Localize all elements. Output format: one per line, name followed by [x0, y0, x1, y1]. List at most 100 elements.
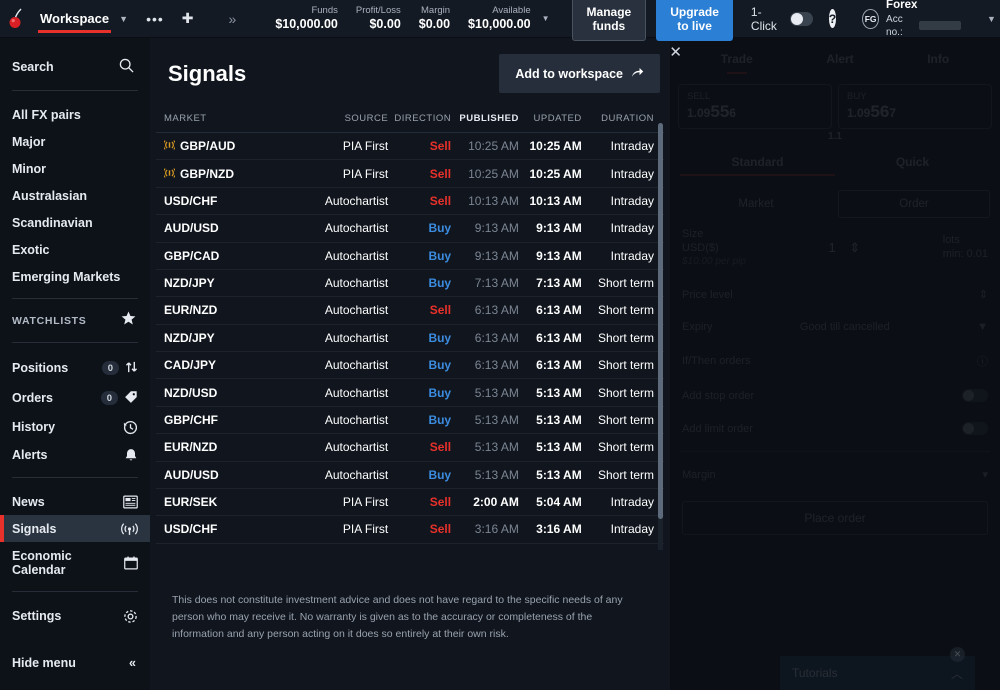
buy-quote-button[interactable]: BUY 1.09567	[838, 84, 992, 129]
cell-updated: 5:13 AM	[518, 433, 582, 462]
sidebar-item-australasian[interactable]: Australasian	[0, 182, 150, 209]
column-header-direction[interactable]: DIRECTION	[388, 107, 452, 133]
workspace-tab[interactable]: Workspace	[38, 1, 112, 37]
cell-duration: Intraday	[581, 187, 664, 216]
sell-quote-button[interactable]: SELL 1.09556	[678, 84, 832, 129]
metric-profit-loss: Profit/Loss $0.00	[347, 5, 410, 33]
search-icon[interactable]	[119, 58, 134, 76]
divider	[680, 451, 990, 452]
transfer-arrows-icon	[125, 360, 138, 377]
mode-standard[interactable]: Standard	[680, 148, 835, 176]
cell-direction: Buy	[388, 269, 452, 298]
sidebar-item-major[interactable]: Major	[0, 128, 150, 155]
tutorials-close-icon[interactable]: ✕	[950, 647, 965, 662]
metrics-chevron-down-icon[interactable]: ▼	[542, 14, 550, 23]
expiry-chevron-down-icon[interactable]: ▼	[977, 321, 988, 333]
mode-quick[interactable]: Quick	[835, 148, 990, 176]
sidebar-item-news[interactable]: News	[0, 488, 150, 515]
ellipsis-icon[interactable]: •••	[146, 11, 164, 27]
price-level-stepper[interactable]: ⇕	[979, 288, 988, 301]
watchlists-section-header[interactable]: WATCHLISTS	[0, 299, 150, 342]
signals-modal: ✕ Signals Add to workspace MARKET SOURCE…	[150, 38, 682, 690]
account-chevron-down-icon[interactable]: ▼	[987, 14, 996, 24]
column-header-source[interactable]: SOURCE	[286, 107, 389, 133]
sidebar-item-scandinavian[interactable]: Scandinavian	[0, 209, 150, 236]
order-type-market[interactable]: Market	[680, 190, 832, 218]
table-row[interactable]: EUR/SEK PIA First Sell 2:00 AM 5:04 AM Intrad…	[156, 488, 664, 517]
margin-chevron-icon[interactable]: ▾	[982, 468, 988, 481]
table-row[interactable]: GBP/CAD Autochartist Buy 9:13 AM 9:13 AM Intr…	[156, 242, 664, 270]
sidebar-item-positions[interactable]: Positions 0	[0, 353, 150, 383]
account-switcher[interactable]: FG Forex Acc no.: ▼	[862, 0, 996, 39]
close-icon[interactable]: ✕	[665, 41, 686, 64]
sidebar-item-orders[interactable]: Orders 0	[0, 383, 150, 413]
info-icon[interactable]: ⓘ	[977, 353, 988, 369]
table-row[interactable]: USD/CHF Autochartist Sell 10:13 AM 10:13 AM I…	[156, 187, 664, 216]
order-type-order[interactable]: Order	[838, 190, 990, 218]
table-scrollbar[interactable]	[658, 123, 663, 607]
cell-source: PIA First	[286, 515, 389, 544]
add-to-workspace-button[interactable]: Add to workspace	[499, 54, 660, 93]
sidebar-item-label: History	[12, 420, 56, 434]
tab-trade[interactable]: Trade	[721, 52, 753, 74]
star-icon[interactable]	[121, 311, 136, 330]
sidebar-item-emerging-markets[interactable]: Emerging Markets	[0, 263, 150, 290]
add-stop-order-toggle[interactable]	[962, 389, 988, 402]
table-row[interactable]: NZD/JPY Autochartist Buy 6:13 AM 6:13 AM Shor…	[156, 324, 664, 353]
sidebar-item-exotic[interactable]: Exotic	[0, 236, 150, 263]
sidebar-item-minor[interactable]: Minor	[0, 155, 150, 182]
double-chevron-right-icon[interactable]: »	[229, 11, 237, 27]
sidebar-item-history[interactable]: History	[0, 413, 150, 441]
table-row[interactable]: GBP/NZD PIA First Sell 10:25 AM 10:25 AM Intr…	[156, 159, 664, 188]
expiry-value[interactable]: Good till cancelled	[800, 321, 890, 333]
scrollbar-thumb[interactable]	[658, 123, 663, 519]
chevron-up-icon[interactable]: ︿	[951, 665, 963, 682]
quote-buttons: SELL 1.09556 BUY 1.09567	[670, 80, 1000, 129]
add-limit-order-toggle[interactable]	[962, 422, 988, 435]
table-row[interactable]: USD/CHF PIA First Sell 3:16 AM 3:16 AM Intrad…	[156, 515, 664, 544]
cell-updated: 9:13 AM	[518, 214, 582, 243]
plus-icon[interactable]: ✚	[182, 10, 195, 27]
toggle-knob	[963, 390, 974, 401]
table-row[interactable]: AUD/USD Autochartist Buy 9:13 AM 9:13 AM Intr…	[156, 214, 664, 243]
sidebar-item-economic-calendar[interactable]: Economic Calendar	[0, 542, 150, 583]
sidebar-item-settings[interactable]: Settings	[0, 602, 150, 630]
size-units: lots min: 0.01	[943, 234, 988, 262]
column-header-duration[interactable]: DURATION	[581, 107, 664, 133]
column-header-updated[interactable]: UPDATED	[518, 107, 582, 133]
sidebar-item-label: Positions	[12, 361, 69, 375]
search-input[interactable]: Search	[0, 42, 150, 90]
clock-history-icon	[123, 420, 138, 435]
place-order-button[interactable]: Place order	[682, 501, 988, 535]
manage-funds-button[interactable]: Manage funds	[571, 0, 647, 41]
help-icon[interactable]: ?	[828, 9, 837, 28]
tutorials-bar[interactable]: Tutorials ︿	[780, 656, 975, 690]
tab-info[interactable]: Info	[927, 52, 949, 74]
upgrade-to-live-button[interactable]: Upgrade to live	[656, 0, 733, 41]
cell-direction: Buy	[388, 406, 452, 435]
sidebar-item-signals[interactable]: Signals	[0, 515, 150, 542]
chevron-down-icon[interactable]: ▼	[119, 14, 128, 24]
tab-alert[interactable]: Alert	[826, 52, 853, 74]
table-row[interactable]: EUR/NZD Autochartist Sell 5:13 AM 5:13 AM Sho…	[156, 433, 664, 462]
table-row[interactable]: GBP/CHF Autochartist Buy 5:13 AM 5:13 AM Shor…	[156, 406, 664, 435]
table-row[interactable]: AUD/USD Autochartist Buy 5:13 AM 5:13 AM Shor…	[156, 461, 664, 489]
one-click-toggle[interactable]	[789, 11, 813, 26]
size-stepper[interactable]: 1 ⇕	[828, 240, 860, 256]
sidebar-item-alerts[interactable]: Alerts	[0, 441, 150, 469]
stepper-up-down-icon[interactable]: ⇕	[849, 240, 860, 255]
table-row[interactable]: CAD/JPY Autochartist Buy 6:13 AM 6:13 AM Shor…	[156, 351, 664, 380]
column-header-market[interactable]: MARKET	[156, 107, 287, 133]
sidebar-item-all-fx-pairs[interactable]: All FX pairs	[0, 101, 150, 128]
column-header-published[interactable]: PUBLISHED	[451, 107, 519, 133]
table-row[interactable]: EUR/NZD Autochartist Sell 6:13 AM 6:13 AM Sho…	[156, 296, 664, 325]
cherry-logo-icon[interactable]	[8, 8, 28, 30]
table-row[interactable]: GBP/AUD PIA First Sell 10:25 AM 10:25 AM Intr…	[156, 132, 664, 161]
add-stop-order-row: Add stop order	[670, 379, 1000, 412]
cell-updated: 6:13 AM	[518, 324, 582, 353]
table-row[interactable]: NZD/USD Autochartist Buy 5:13 AM 5:13 AM Shor…	[156, 378, 664, 407]
hide-menu-button[interactable]: Hide menu «	[0, 650, 150, 676]
double-chevron-left-icon[interactable]: «	[129, 656, 136, 670]
table-row[interactable]: NZD/JPY Autochartist Buy 7:13 AM 7:13 AM Shor…	[156, 269, 664, 298]
cell-published: 9:13 AM	[451, 242, 519, 270]
